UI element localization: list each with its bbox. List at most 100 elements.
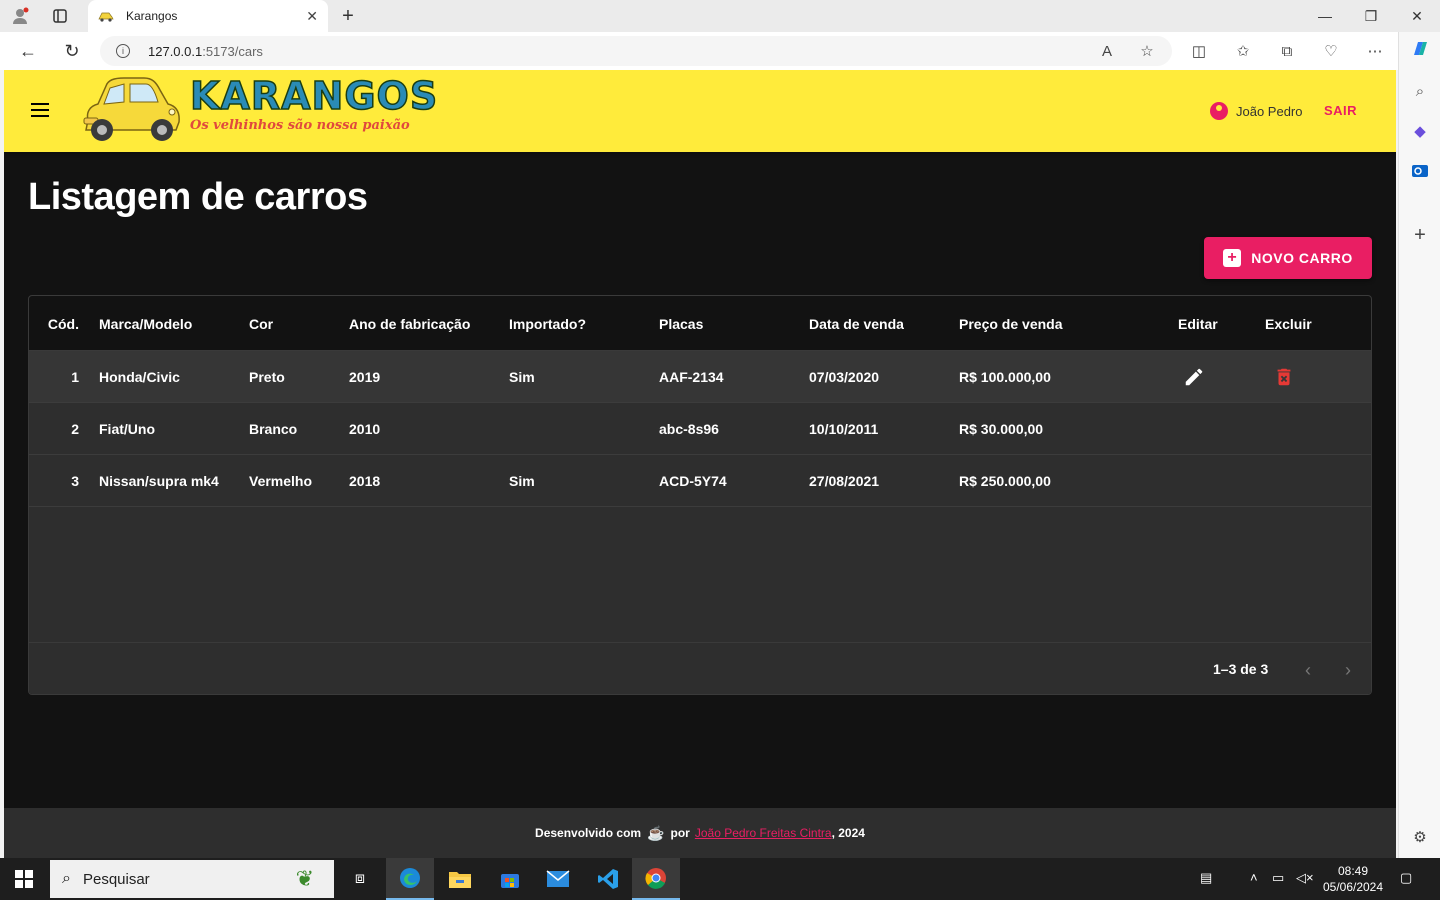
read-aloud-icon[interactable]: A [1096,40,1118,62]
footer-by: por [670,826,690,840]
plant-illustration-icon: ❦ [295,866,314,891]
cell-brand-model: Honda/Civic [99,368,180,385]
more-options-icon[interactable]: ⋯ [1364,40,1386,62]
site-info-icon[interactable]: i [116,44,130,58]
column-header-selling-price[interactable]: Preço de venda [959,296,1063,351]
network-icon[interactable]: ▭ [1272,870,1284,886]
sidebar-settings-icon[interactable]: ⚙ [1409,826,1431,848]
cell-selling-date: 27/08/2021 [809,472,880,489]
column-header-year[interactable]: Ano de fabricação [349,296,470,351]
new-car-button[interactable]: + NOVO CARRO [1204,237,1372,279]
page-footer: Desenvolvido com ☕ por João Pedro Freita… [4,808,1396,858]
file-explorer-icon[interactable] [436,858,484,900]
url-field[interactable]: i 127.0.0.1:5173/cars [100,36,1172,66]
favorite-star-icon[interactable]: ☆ [1136,40,1158,62]
task-view-icon[interactable]: ⧈ [336,858,384,900]
back-icon[interactable]: ← [14,38,42,64]
column-header-delete: Excluir [1265,315,1312,332]
split-screen-icon[interactable]: ◫ [1188,40,1210,62]
next-page-icon[interactable]: › [1335,657,1361,683]
cell-plates: AAF-2134 [659,368,724,385]
karangos-logo[interactable]: KARANGOS Os velhinhos são nossa paixão [80,73,438,146]
user-info: João Pedro [1210,102,1303,120]
column-header-imported[interactable]: Importado? [509,296,586,351]
search-icon: ⌕ [62,870,71,887]
author-link[interactable]: João Pedro Freitas Cintra [695,826,832,840]
new-tab-icon[interactable]: + [336,4,360,28]
copilot-icon[interactable] [1409,38,1431,60]
cell-imported: Sim [509,472,535,489]
app-header: KARANGOS Os velhinhos são nossa paixão J… [4,70,1396,152]
show-hidden-icons-icon[interactable]: ˄ [1250,870,1258,885]
tab-close-icon[interactable]: ✕ [306,8,318,25]
grid-footer: 1–3 de 3 ‹ › [29,642,1371,694]
cell-color: Vermelho [249,472,313,489]
column-header-id[interactable]: Cód. [48,296,79,351]
cell-id: 3 [71,472,79,489]
outlook-icon[interactable] [1409,160,1431,182]
browser-sidebar: ⌕ ◆ + ⚙ [1398,32,1440,858]
coffee-icon: ☕ [647,824,665,841]
table-row[interactable]: 3 Nissan/supra mk4 Vermelho 2018 Sim ACD… [29,455,1371,507]
browser-essentials-icon[interactable]: ♡ [1320,40,1342,62]
window-close-icon[interactable]: ✕ [1394,0,1440,32]
vscode-icon[interactable] [584,858,632,900]
favorites-icon[interactable]: ✩ [1232,40,1254,62]
collections-icon[interactable]: ⧉ [1276,40,1298,62]
cell-color: Preto [249,368,285,385]
system-clock[interactable]: 08:49 05/06/2024 [1318,863,1388,895]
grid-body: 1 Honda/Civic Preto 2019 Sim AAF-2134 07… [29,351,1371,642]
cell-year: 2019 [349,368,381,385]
footer-suffix: , 2024 [831,826,865,840]
previous-page-icon[interactable]: ‹ [1295,657,1321,683]
logout-button[interactable]: SAIR [1316,101,1365,120]
cell-selling-date: 07/03/2020 [809,368,880,385]
cell-selling-price: R$ 100.000,00 [959,368,1051,385]
cell-color: Branco [249,420,298,437]
taskbar-search-box[interactable]: ⌕ Pesquisar ❦ [50,860,334,898]
cell-year: 2018 [349,472,381,489]
taskbar-search-placeholder: Pesquisar [82,870,150,888]
menu-icon[interactable] [28,98,52,122]
footer-prefix: Desenvolvido com [535,826,642,840]
table-row[interactable]: 1 Honda/Civic Preto 2019 Sim AAF-2134 07… [29,351,1371,403]
tab-actions-icon[interactable] [40,0,80,32]
search-icon[interactable]: ⌕ [1409,80,1431,102]
chrome-icon[interactable] [632,858,680,900]
windows-taskbar: ⌕ Pesquisar ❦ ⧈ ▤ ˄ ▭ ◁× 08:49 05/06/202… [0,858,1440,900]
logo-text: KARANGOS [189,73,439,119]
column-header-selling-date[interactable]: Data de venda [809,296,904,351]
delete-icon[interactable] [1273,351,1295,402]
edit-icon[interactable] [1183,351,1205,402]
clock-date: 05/06/2024 [1322,880,1384,894]
minimize-icon[interactable]: — [1302,0,1348,32]
cell-selling-date: 10/10/2011 [809,420,879,437]
cell-id: 1 [71,368,79,385]
restore-icon[interactable]: ❐ [1348,0,1394,32]
pagination-label: 1–3 de 3 [1213,661,1269,677]
column-header-plates[interactable]: Placas [659,296,703,351]
volume-muted-icon[interactable]: ◁× [1296,870,1314,886]
url-host: 127.0.0.1 [148,43,203,59]
column-header-brand-model[interactable]: Marca/Modelo [99,296,192,351]
microsoft-store-icon[interactable] [486,858,534,900]
new-car-button-label: NOVO CARRO [1251,250,1353,266]
edge-taskbar-icon[interactable] [386,858,434,900]
refresh-icon[interactable]: ↻ [58,38,86,64]
notifications-icon[interactable]: ▢ [1400,870,1412,886]
column-header-color[interactable]: Cor [249,296,273,351]
microsoft365-icon[interactable]: ◆ [1409,120,1431,142]
tab-title: Karangos [126,9,178,23]
yellow-car-icon [83,77,180,141]
table-row[interactable]: 2 Fiat/Uno Branco 2010 abc-8s96 10/10/20… [29,403,1371,455]
cell-id: 2 [71,420,79,437]
news-widget-icon[interactable]: ▤ [1200,870,1212,886]
mail-icon[interactable] [534,858,582,900]
cell-plates: ACD-5Y74 [659,472,727,489]
account-icon [1210,102,1228,120]
profile-icon[interactable] [0,0,40,32]
windows-start-icon[interactable] [0,858,48,900]
browser-tab[interactable]: Karangos ✕ [88,0,328,32]
clock-time: 08:49 [1337,864,1369,878]
add-sidebar-icon[interactable]: + [1409,224,1431,246]
